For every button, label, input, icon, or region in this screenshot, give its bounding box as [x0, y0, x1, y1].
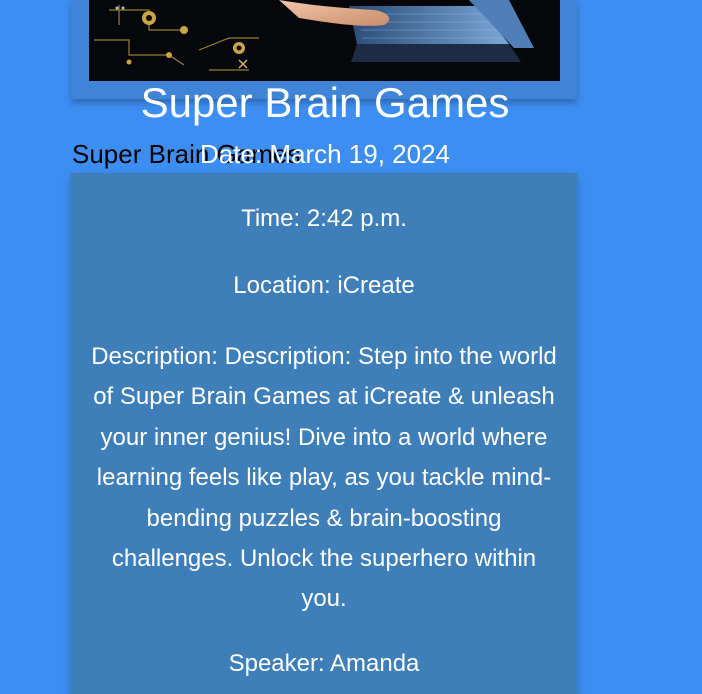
event-speaker: Speaker: Amanda	[228, 650, 420, 677]
event-time: Time: 2:42 p.m.	[241, 205, 407, 232]
event-image	[89, 0, 560, 81]
event-date: Date: March 19, 2024	[199, 139, 451, 169]
event-location: Location: iCreate	[233, 272, 415, 299]
event-description: Description: Description: Step into the …	[91, 343, 557, 613]
event-title: Super Brain Games	[140, 79, 510, 126]
laptop-hands-image	[89, 0, 560, 81]
event-details-card: Time: 2:42 p.m. Location: iCreate Descri…	[71, 173, 577, 694]
